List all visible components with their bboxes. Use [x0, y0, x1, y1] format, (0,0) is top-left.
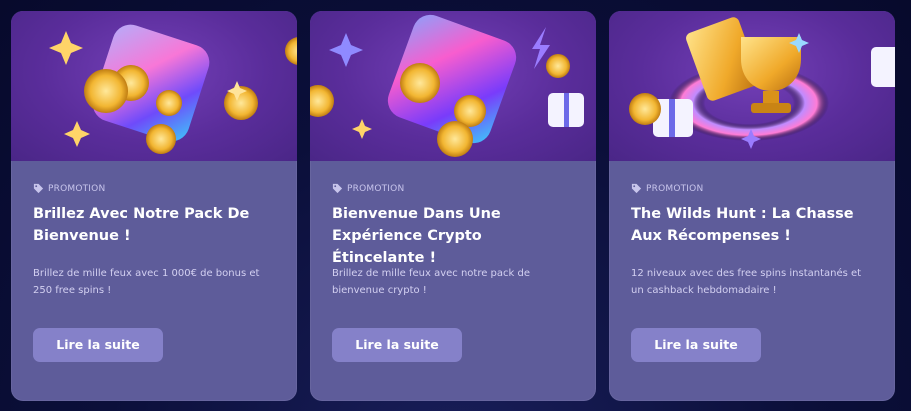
promotion-tag-label: PROMOTION: [646, 183, 704, 194]
tag-icon: [332, 183, 343, 194]
tag-icon: [33, 183, 44, 194]
promotion-tag-label: PROMOTION: [48, 183, 106, 194]
promotion-tag-label: PROMOTION: [347, 183, 405, 194]
card-description: Brillez de mille feux avec 1 000€ de bon…: [33, 268, 260, 296]
dice-coins-illustration: [11, 11, 297, 161]
trophy-gift-illustration: [609, 11, 895, 161]
card-title: Brillez Avec Notre Pack De Bienvenue !: [33, 206, 250, 244]
read-more-button[interactable]: Lire la suite: [631, 328, 761, 362]
card-title: Bienvenue Dans Une Expérience Crypto Éti…: [332, 206, 501, 266]
promotion-tag: PROMOTION: [631, 183, 873, 194]
tag-icon: [631, 183, 642, 194]
card-description: 12 niveaux avec des free spins instantan…: [631, 268, 862, 296]
promotions-grid: PROMOTION Brillez Avec Notre Pack De Bie…: [0, 0, 911, 411]
promo-card[interactable]: PROMOTION Brillez Avec Notre Pack De Bie…: [11, 11, 297, 401]
crypto-dice-illustration: [310, 11, 596, 161]
promotion-tag: PROMOTION: [33, 183, 275, 194]
promo-card[interactable]: PROMOTION Bienvenue Dans Une Expérience …: [310, 11, 596, 401]
promo-card[interactable]: PROMOTION The Wilds Hunt : La Chasse Aux…: [609, 11, 895, 401]
read-more-button[interactable]: Lire la suite: [332, 328, 462, 362]
card-description: Brillez de mille feux avec notre pack de…: [332, 268, 530, 296]
card-title: The Wilds Hunt : La Chasse Aux Récompens…: [631, 206, 854, 244]
promotion-tag: PROMOTION: [332, 183, 574, 194]
read-more-button[interactable]: Lire la suite: [33, 328, 163, 362]
